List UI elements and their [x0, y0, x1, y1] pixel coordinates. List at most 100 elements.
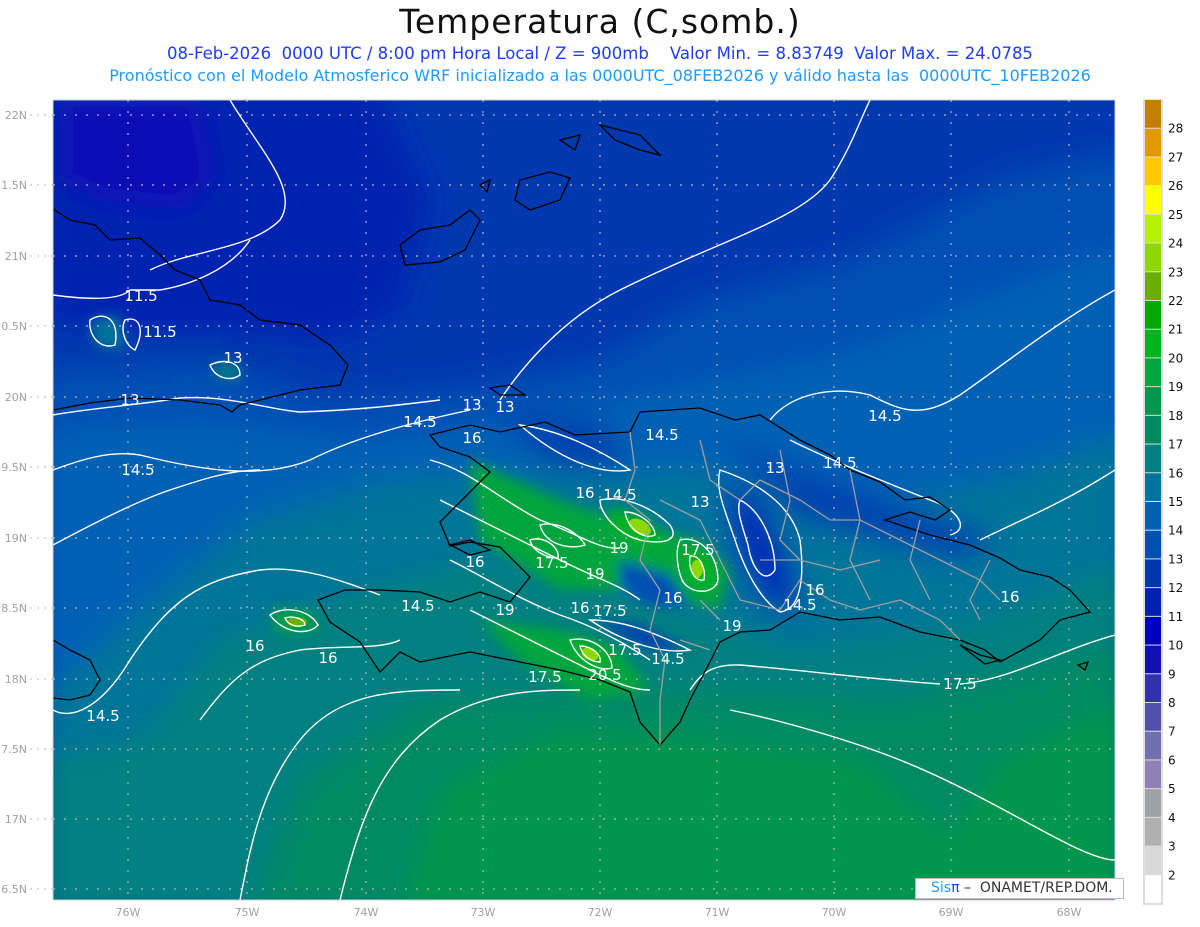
lon-tick-label: 75W — [235, 906, 260, 919]
contour-label: 16 — [465, 553, 484, 571]
colorbar-label: 24 — [1168, 237, 1183, 251]
colorbar-swatch — [1145, 329, 1161, 358]
colorbar-label: 3 — [1168, 840, 1176, 854]
contour-label: 17.5 — [943, 675, 976, 693]
colorbar-label: 7 — [1168, 725, 1176, 739]
colorbar-swatch — [1145, 243, 1161, 272]
lat-tick-label: 21N — [5, 250, 27, 263]
contour-label: 13 — [690, 493, 709, 511]
contour-label: 13 — [462, 396, 481, 414]
colorbar: 2827262524232221201918171615141312111098… — [1143, 99, 1183, 905]
sispi-logo-sis: Sis — [931, 880, 952, 896]
contour-label: 14.5 — [823, 454, 856, 472]
lon-tick-label: 71W — [705, 906, 730, 919]
colorbar-swatch — [1145, 789, 1161, 817]
colorbar-label: 12 — [1168, 581, 1183, 595]
contour-label: 13 — [765, 459, 784, 477]
colorbar-label: 2 — [1168, 868, 1176, 882]
colorbar-label: 13 — [1168, 552, 1183, 566]
colorbar-swatch — [1145, 214, 1161, 243]
contour-label: 19 — [585, 565, 604, 583]
contour-label: 13 — [223, 349, 242, 367]
contour-label: 19 — [609, 539, 628, 557]
colorbar-label: 27 — [1168, 150, 1183, 164]
lat-tick-label: 20N — [5, 391, 27, 404]
colorbar-label: 4 — [1168, 811, 1176, 825]
lat-tick-label: 9.5N — [1, 461, 27, 474]
colorbar-label: 28 — [1168, 122, 1183, 136]
colorbar-swatch — [1145, 530, 1161, 559]
colorbar-label: 15 — [1168, 495, 1183, 509]
contour-label: 14.5 — [121, 461, 154, 479]
colorbar-swatch — [1145, 358, 1161, 387]
lon-tick-label: 68W — [1057, 906, 1082, 919]
lon-tick-label: 73W — [471, 906, 496, 919]
lat-tick-label: 18N — [5, 673, 27, 686]
contour-label: 11.5 — [124, 287, 157, 305]
lon-tick-label: 76W — [116, 906, 141, 919]
shaded-field — [53, 100, 1115, 900]
contour-label: 14.5 — [868, 407, 901, 425]
colorbar-swatch — [1145, 645, 1161, 674]
colorbar-label: 8 — [1168, 696, 1176, 710]
temperature-map: 11.5 11.5 13 13 14.5 14.5 13 13 16 14.5 13 14.5 14.5… — [1, 99, 1183, 919]
footer-org-text: – ONAMET/REP.DOM. — [959, 880, 1113, 896]
contour-label: 16 — [570, 599, 589, 617]
chart-title: Temperatura (C,somb.) — [399, 2, 801, 41]
sispi-logo-pi: π — [951, 880, 960, 896]
contour-label: 17.5 — [608, 641, 641, 659]
colorbar-label: 19 — [1168, 380, 1183, 394]
colorbar-swatch — [1145, 674, 1161, 702]
contour-label: 14.5 — [86, 707, 119, 725]
colorbar-label: 23 — [1168, 265, 1183, 279]
lat-tick-label: 1.5N — [1, 179, 27, 192]
colorbar-swatch — [1145, 128, 1161, 157]
colorbar-swatch — [1145, 760, 1161, 789]
contour-label: 17.5 — [681, 541, 714, 559]
contour-label: 11.5 — [143, 323, 176, 341]
colorbar-label: 21 — [1168, 323, 1183, 337]
colorbar-swatch — [1145, 731, 1161, 760]
lat-tick-label: 17N — [5, 813, 27, 826]
contour-label: 14.5 — [401, 597, 434, 615]
colorbar-swatch — [1145, 473, 1161, 501]
colorbar-swatch — [1145, 415, 1161, 444]
band-west-jamaica — [90, 315, 125, 350]
lat-tick-label: 0.5N — [1, 320, 27, 333]
colorbar-label: 16 — [1168, 466, 1183, 480]
contour-label: 17.5 — [535, 554, 568, 572]
lon-tick-label: 72W — [588, 906, 613, 919]
lon-tick-label: 70W — [822, 906, 847, 919]
colorbar-label: 11 — [1168, 610, 1183, 624]
contour-label: 16 — [245, 637, 264, 655]
colorbar-swatch — [1145, 444, 1161, 473]
lat-tick-label: 6.5N — [1, 883, 27, 896]
contour-label: 13 — [495, 398, 514, 416]
colorbar-swatch — [1145, 502, 1161, 530]
colorbar-label: 20 — [1168, 351, 1183, 365]
contour-label: 14.5 — [783, 596, 816, 614]
lon-tick-label: 74W — [354, 906, 379, 919]
contour-label: 16 — [318, 649, 337, 667]
lat-tick-label: 8.5N — [1, 602, 27, 615]
model-info-subtitle: Pronóstico con el Modelo Atmosferico WRF… — [109, 66, 1091, 85]
lon-tick-label: 69W — [939, 906, 964, 919]
contour-label: 16 — [663, 589, 682, 607]
colorbar-label: 18 — [1168, 409, 1183, 423]
colorbar-label: 26 — [1168, 179, 1183, 193]
colorbar-label: 5 — [1168, 782, 1176, 796]
colorbar-swatch — [1145, 616, 1161, 645]
colorbar-swatch — [1145, 186, 1161, 214]
colorbar-label: 10 — [1168, 639, 1183, 653]
contour-label: 14.5 — [645, 426, 678, 444]
contour-label: 16 — [575, 484, 594, 502]
lat-tick-label: 22N — [5, 109, 27, 122]
lat-tick-label: 19N — [5, 532, 27, 545]
footer-credit: Sisπ – ONAMET/REP.DOM. — [915, 878, 1124, 899]
colorbar-swatch — [1145, 272, 1161, 300]
contour-label: 16 — [1000, 588, 1019, 606]
colorbar-swatch — [1145, 559, 1161, 588]
contour-label: 17.5 — [593, 602, 626, 620]
contour-label: 14.5 — [603, 486, 636, 504]
contour-label: 14.5 — [403, 413, 436, 431]
